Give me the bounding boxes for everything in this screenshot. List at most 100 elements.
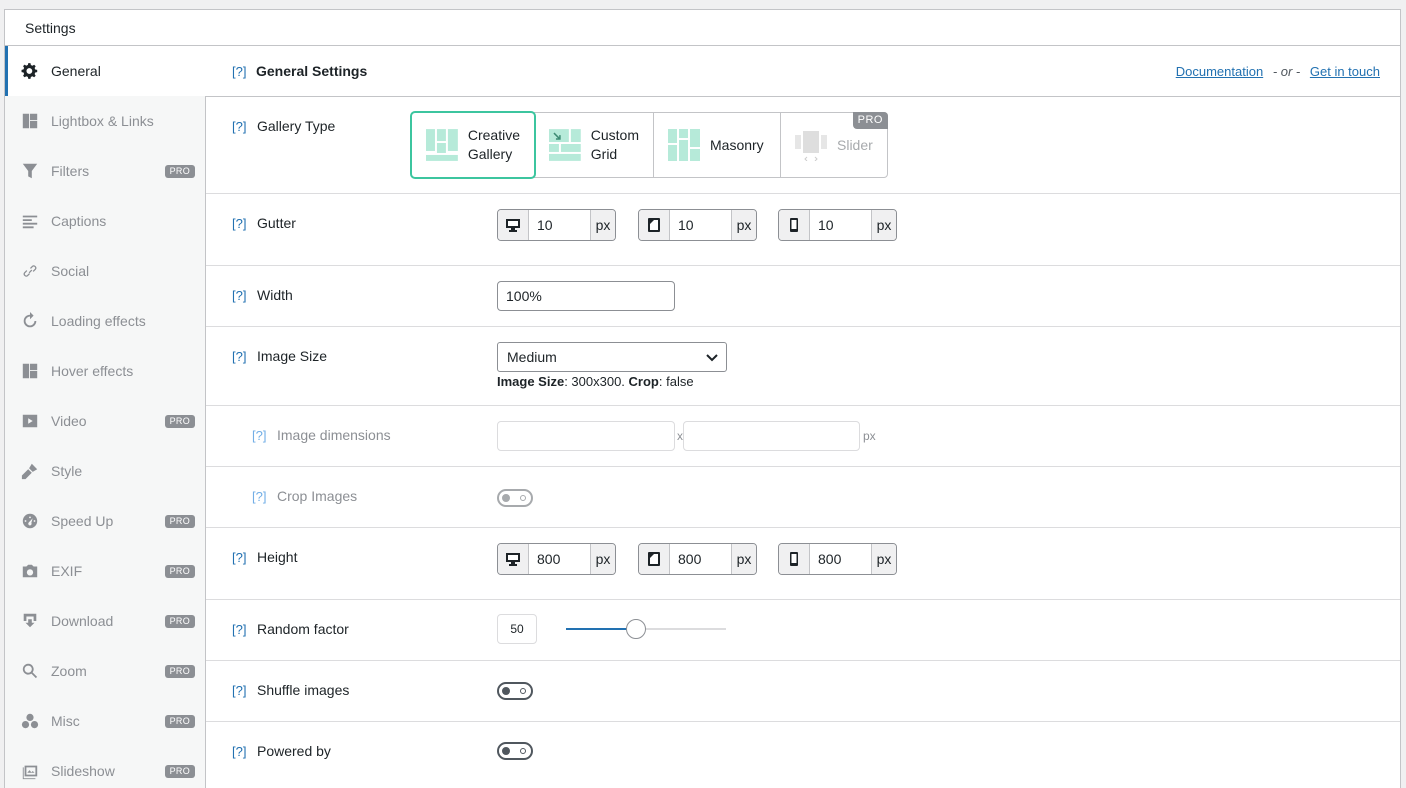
tablet-icon	[639, 544, 670, 574]
panel-title: Settings	[5, 10, 1400, 46]
sidebar-item-loading-effects[interactable]: Loading effects	[5, 296, 205, 346]
gallery-type-creative[interactable]: Creative Gallery	[411, 112, 535, 178]
zoom-icon	[21, 662, 39, 680]
sidebar-item-general[interactable]: General	[5, 46, 206, 96]
sidebar-item-zoom[interactable]: Zoom PRO	[5, 646, 205, 696]
sidebar-item-captions[interactable]: Captions	[5, 196, 205, 246]
section-header: [?] General Settings Documentation - or …	[206, 46, 1400, 97]
image-width-input[interactable]	[497, 421, 675, 451]
pro-badge: PRO	[164, 615, 195, 628]
documentation-link[interactable]: Documentation	[1176, 64, 1263, 79]
slider-thumb[interactable]	[626, 619, 647, 639]
gallery-type-selector: Creative Gallery Custom Grid Masonry Sli…	[411, 112, 888, 178]
sidebar-item-label: Loading effects	[51, 313, 146, 329]
main-content: [?] General Settings Documentation - or …	[206, 46, 1400, 788]
desktop-icon	[498, 544, 529, 574]
image-size-select[interactable]: Medium	[497, 342, 727, 372]
sidebar-item-label: EXIF	[51, 563, 83, 579]
sidebar-item-exif[interactable]: EXIF PRO	[5, 546, 205, 596]
height-mobile-value: 800	[818, 551, 842, 567]
sidebar-item-style[interactable]: Style	[5, 446, 205, 496]
filter-icon	[21, 162, 39, 180]
random-factor-slider[interactable]	[566, 619, 726, 639]
shuffle-images-toggle[interactable]	[497, 682, 533, 700]
sidebar-item-label: Zoom	[51, 663, 87, 679]
help-link[interactable]: [?]	[232, 550, 246, 565]
link-icon	[21, 262, 39, 280]
powered-by-toggle[interactable]	[497, 742, 533, 760]
shuffle-images-label: Shuffle images	[257, 682, 350, 698]
width-input[interactable]: 100%	[497, 281, 675, 311]
help-link[interactable]: [?]	[232, 622, 246, 637]
height-tablet-input[interactable]: 800 px	[638, 543, 757, 575]
desktop-icon	[498, 210, 529, 240]
help-link[interactable]: [?]	[232, 744, 246, 759]
sidebar-item-misc[interactable]: Misc PRO	[5, 696, 205, 746]
download-icon	[21, 612, 39, 630]
custom-grid-icon	[549, 129, 581, 161]
gallery-type-row: [?] Gallery Type Creative Gallery Custom G…	[206, 97, 1400, 194]
width-label: Width	[257, 287, 293, 303]
gallery-type-name: Custom	[590, 127, 639, 143]
unit-label: px	[863, 429, 876, 443]
powered-by-label: Powered by	[257, 743, 331, 759]
gallery-type-custom-grid[interactable]: Custom Grid	[534, 112, 654, 178]
get-in-touch-link[interactable]: Get in touch	[1310, 64, 1380, 79]
help-link[interactable]: [?]	[232, 216, 246, 231]
pro-badge: PRO	[164, 515, 195, 528]
gutter-desktop-input[interactable]: 10 px	[497, 209, 616, 241]
sidebar-item-social[interactable]: Social	[5, 246, 205, 296]
captions-icon	[21, 212, 39, 230]
help-link[interactable]: [?]	[232, 288, 246, 303]
height-desktop-input[interactable]: 800 px	[497, 543, 616, 575]
unit-label: px	[590, 210, 615, 240]
help-link[interactable]: [?]	[252, 489, 266, 504]
image-size-note-value: : 300x300.	[564, 374, 629, 389]
gallery-type-slider[interactable]: Slider PRO	[780, 112, 888, 178]
masonry-icon	[668, 129, 700, 161]
powered-by-row: [?] Powered by	[206, 722, 1400, 783]
page-title: General Settings	[256, 63, 368, 79]
pro-badge: PRO	[164, 665, 195, 678]
gallery-type-masonry[interactable]: Masonry	[653, 112, 781, 178]
image-size-selected: Medium	[507, 349, 557, 365]
gutter-tablet-input[interactable]: 10 px	[638, 209, 757, 241]
height-mobile-input[interactable]: 800 px	[778, 543, 897, 575]
sidebar-item-label: Style	[51, 463, 83, 479]
help-link[interactable]: [?]	[232, 349, 246, 364]
sidebar-item-speed-up[interactable]: Speed Up PRO	[5, 496, 205, 546]
height-row: [?] Height 800 px 800 px 800 px	[206, 528, 1400, 600]
gutter-mobile-input[interactable]: 10 px	[778, 209, 897, 241]
camera-icon	[21, 562, 39, 580]
sidebar-item-slideshow[interactable]: Slideshow PRO	[5, 746, 205, 788]
slideshow-icon	[21, 762, 39, 780]
sidebar-item-hover-effects[interactable]: Hover effects	[5, 346, 205, 396]
gutter-row: [?] Gutter 10 px 10 px 10 px	[206, 194, 1400, 266]
image-size-note-label: Image Size	[497, 374, 565, 389]
sidebar-item-video[interactable]: Video PRO	[5, 396, 205, 446]
header-links: Documentation - or - Get in touch	[1176, 64, 1380, 79]
sidebar-item-download[interactable]: Download PRO	[5, 596, 205, 646]
help-link[interactable]: [?]	[252, 428, 266, 443]
help-link[interactable]: [?]	[232, 64, 246, 79]
sidebar-item-label: Filters	[51, 163, 90, 179]
sidebar-item-label: Slideshow	[51, 763, 115, 779]
lightbox-icon	[21, 112, 39, 130]
help-link[interactable]: [?]	[232, 119, 246, 134]
gear-icon	[21, 62, 39, 80]
chevron-down-icon	[706, 354, 718, 362]
sidebar-item-label: Misc	[51, 713, 80, 729]
image-height-input[interactable]	[683, 421, 860, 451]
image-dimensions-row: [?] Image dimensions x px	[206, 406, 1400, 467]
sidebar-item-lightbox[interactable]: Lightbox & Links	[5, 96, 205, 146]
height-label: Height	[257, 549, 298, 565]
unit-label: px	[731, 544, 756, 574]
image-size-label: Image Size	[257, 348, 328, 364]
help-link[interactable]: [?]	[232, 683, 246, 698]
gallery-type-name: Creative	[467, 127, 520, 143]
crop-images-label: Crop Images	[277, 488, 358, 504]
sidebar-item-filters[interactable]: Filters PRO	[5, 146, 205, 196]
random-factor-value[interactable]: 50	[497, 614, 537, 644]
sidebar-item-label: Captions	[51, 213, 107, 229]
crop-images-toggle[interactable]	[497, 489, 533, 507]
